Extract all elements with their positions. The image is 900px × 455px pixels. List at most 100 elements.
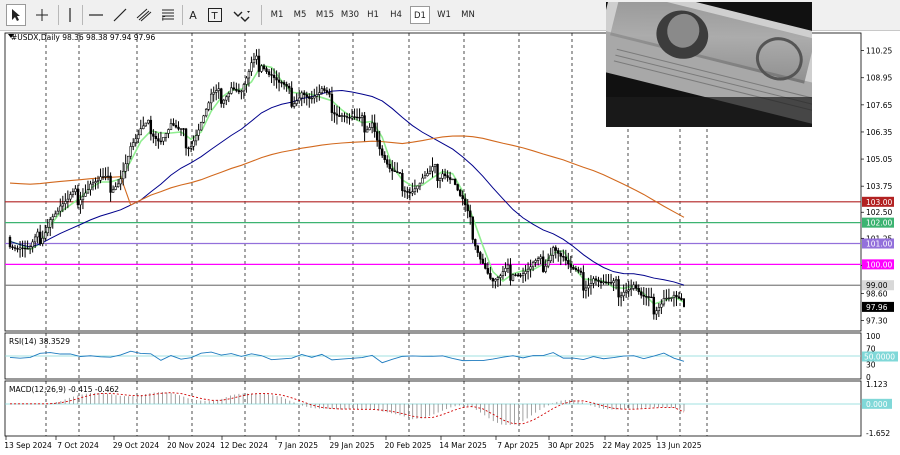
candle-body <box>152 133 155 137</box>
candle-body <box>642 294 645 297</box>
candle-body <box>227 93 230 98</box>
candle-body <box>220 88 223 104</box>
candle-body <box>363 115 366 133</box>
trendline-icon[interactable] <box>110 4 130 26</box>
rsi-panel[interactable]: RSI(14) 38.3529 1007050.0000300 <box>4 332 898 382</box>
candle-body <box>328 92 331 95</box>
candle-body <box>531 261 535 268</box>
candle-body <box>318 92 321 95</box>
candle-body <box>232 87 236 90</box>
current-price-label: 97.96 <box>866 303 888 312</box>
candle-body <box>657 307 661 312</box>
candle-body <box>416 185 419 190</box>
candle-body <box>670 297 673 299</box>
fibonacci-icon[interactable]: F <box>158 4 178 26</box>
candle-body <box>491 278 495 282</box>
candle-body <box>295 100 298 104</box>
date-tick-label: 7 Jan 2025 <box>278 441 318 450</box>
candle-body <box>174 124 178 128</box>
candle-body <box>285 84 288 87</box>
candle-body <box>212 92 215 95</box>
candle-body <box>114 186 117 190</box>
timeframe-mn[interactable]: MN <box>457 6 479 24</box>
candle-body <box>298 97 301 102</box>
text-icon[interactable]: A <box>184 4 202 26</box>
horizontal-line-icon[interactable] <box>86 4 106 26</box>
candle-body <box>91 182 95 185</box>
candle-body <box>245 77 248 85</box>
date-tick-label: 7 Apr 2025 <box>497 441 539 450</box>
candle-body <box>184 128 188 149</box>
candle-body <box>59 205 62 212</box>
candle-body <box>602 281 605 284</box>
candle-body <box>8 236 12 248</box>
candle-body <box>355 116 359 119</box>
candle-body <box>667 297 671 300</box>
dollar-banknotes-photo <box>606 2 812 127</box>
timeframe-m30[interactable]: M30 <box>338 6 362 24</box>
candle-body <box>44 232 47 239</box>
candle-body <box>562 255 565 258</box>
candle-body <box>627 289 630 292</box>
candle-body <box>51 216 54 220</box>
candle-body <box>194 135 198 142</box>
timeframe-m5[interactable]: M5 <box>290 6 310 24</box>
candle-body <box>260 65 263 72</box>
candle-body <box>64 201 67 205</box>
candle-body <box>300 92 303 99</box>
candle-body <box>484 263 487 269</box>
candle-body <box>179 128 183 130</box>
candle-body <box>499 275 502 278</box>
macd-zero-label: 0.000 <box>866 400 888 409</box>
candle-body <box>552 247 555 256</box>
candle-body <box>147 119 150 124</box>
candle-body <box>132 142 135 147</box>
candle-body <box>23 247 27 250</box>
timeframe-h1[interactable]: H1 <box>363 6 383 24</box>
date-tick-label: 13 Jun 2025 <box>656 441 701 450</box>
candle-body <box>101 176 105 178</box>
candle-body <box>353 116 356 118</box>
timeframe-m15[interactable]: M15 <box>313 6 337 24</box>
candle-body <box>413 188 417 192</box>
candle-body <box>267 71 271 75</box>
timeframe-w1[interactable]: W1 <box>434 6 454 24</box>
candle-body <box>403 190 407 192</box>
candle-body <box>315 94 319 97</box>
channel-icon[interactable] <box>134 4 154 26</box>
candle-body <box>104 176 107 178</box>
candle-body <box>124 163 127 172</box>
candle-body <box>401 172 404 191</box>
candle-body <box>544 265 547 272</box>
macd-panel[interactable]: MACD(12,26,9) -0.415 -0.462 1.123 0.000 -1… <box>4 380 892 438</box>
candle-body <box>189 146 193 149</box>
cursor-icon[interactable] <box>6 4 26 26</box>
candle-body <box>320 88 324 93</box>
label-icon[interactable]: T <box>206 4 224 26</box>
timeframe-d1[interactable]: D1 <box>410 6 430 24</box>
candle-body <box>386 159 389 165</box>
crosshair-icon[interactable] <box>32 4 52 26</box>
timeframe-m1[interactable]: M1 <box>267 6 287 24</box>
candle-body <box>149 119 153 135</box>
candle-body <box>270 74 273 76</box>
candle-body <box>557 250 560 254</box>
candle-body <box>559 253 562 257</box>
candle-body <box>177 126 180 130</box>
date-tick-label: 30 Apr 2025 <box>548 441 595 450</box>
price-tick-label: 106.35 <box>866 128 892 137</box>
timeframe-h4[interactable]: H4 <box>386 6 406 24</box>
candle-body <box>594 278 598 281</box>
candle-body <box>501 271 505 277</box>
candle-body <box>292 103 296 107</box>
candle-body <box>74 188 77 193</box>
macd-tick-label: 1.123 <box>866 380 888 389</box>
candle-body <box>129 146 132 157</box>
shapes-icon[interactable] <box>230 4 254 26</box>
price-tick-label: 97.30 <box>866 317 888 326</box>
vertical-line-icon[interactable] <box>62 4 78 26</box>
candle-body <box>265 68 268 72</box>
candle-body <box>441 173 444 179</box>
candle-body <box>529 266 532 270</box>
candle-body <box>119 178 122 185</box>
